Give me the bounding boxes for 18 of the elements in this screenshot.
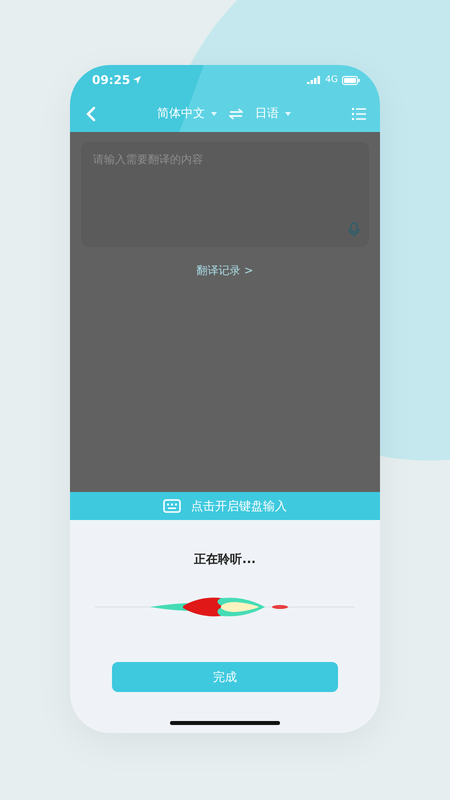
location-arrow-icon	[133, 76, 142, 84]
target-language-dropdown[interactable]: 日语	[255, 105, 291, 122]
microphone-icon[interactable]	[348, 222, 360, 238]
swap-button[interactable]	[229, 108, 243, 120]
network-type: 4G	[325, 75, 338, 85]
keyboard-input-bar[interactable]: 点击开启键盘输入	[70, 492, 380, 520]
caret-icon	[211, 112, 217, 116]
signal-icon	[307, 76, 322, 84]
menu-button[interactable]	[352, 108, 366, 120]
status-time: 09:25	[92, 73, 142, 87]
listening-status: 正在聆听...	[194, 551, 256, 568]
history-link[interactable]: 翻译记录 >	[196, 263, 254, 278]
done-button[interactable]: 完成	[112, 662, 338, 692]
source-language-dropdown[interactable]: 简体中文	[157, 105, 217, 122]
battery-icon	[342, 76, 360, 84]
keyboard-icon	[163, 499, 181, 513]
back-button[interactable]	[86, 106, 96, 122]
caret-icon	[285, 112, 291, 116]
